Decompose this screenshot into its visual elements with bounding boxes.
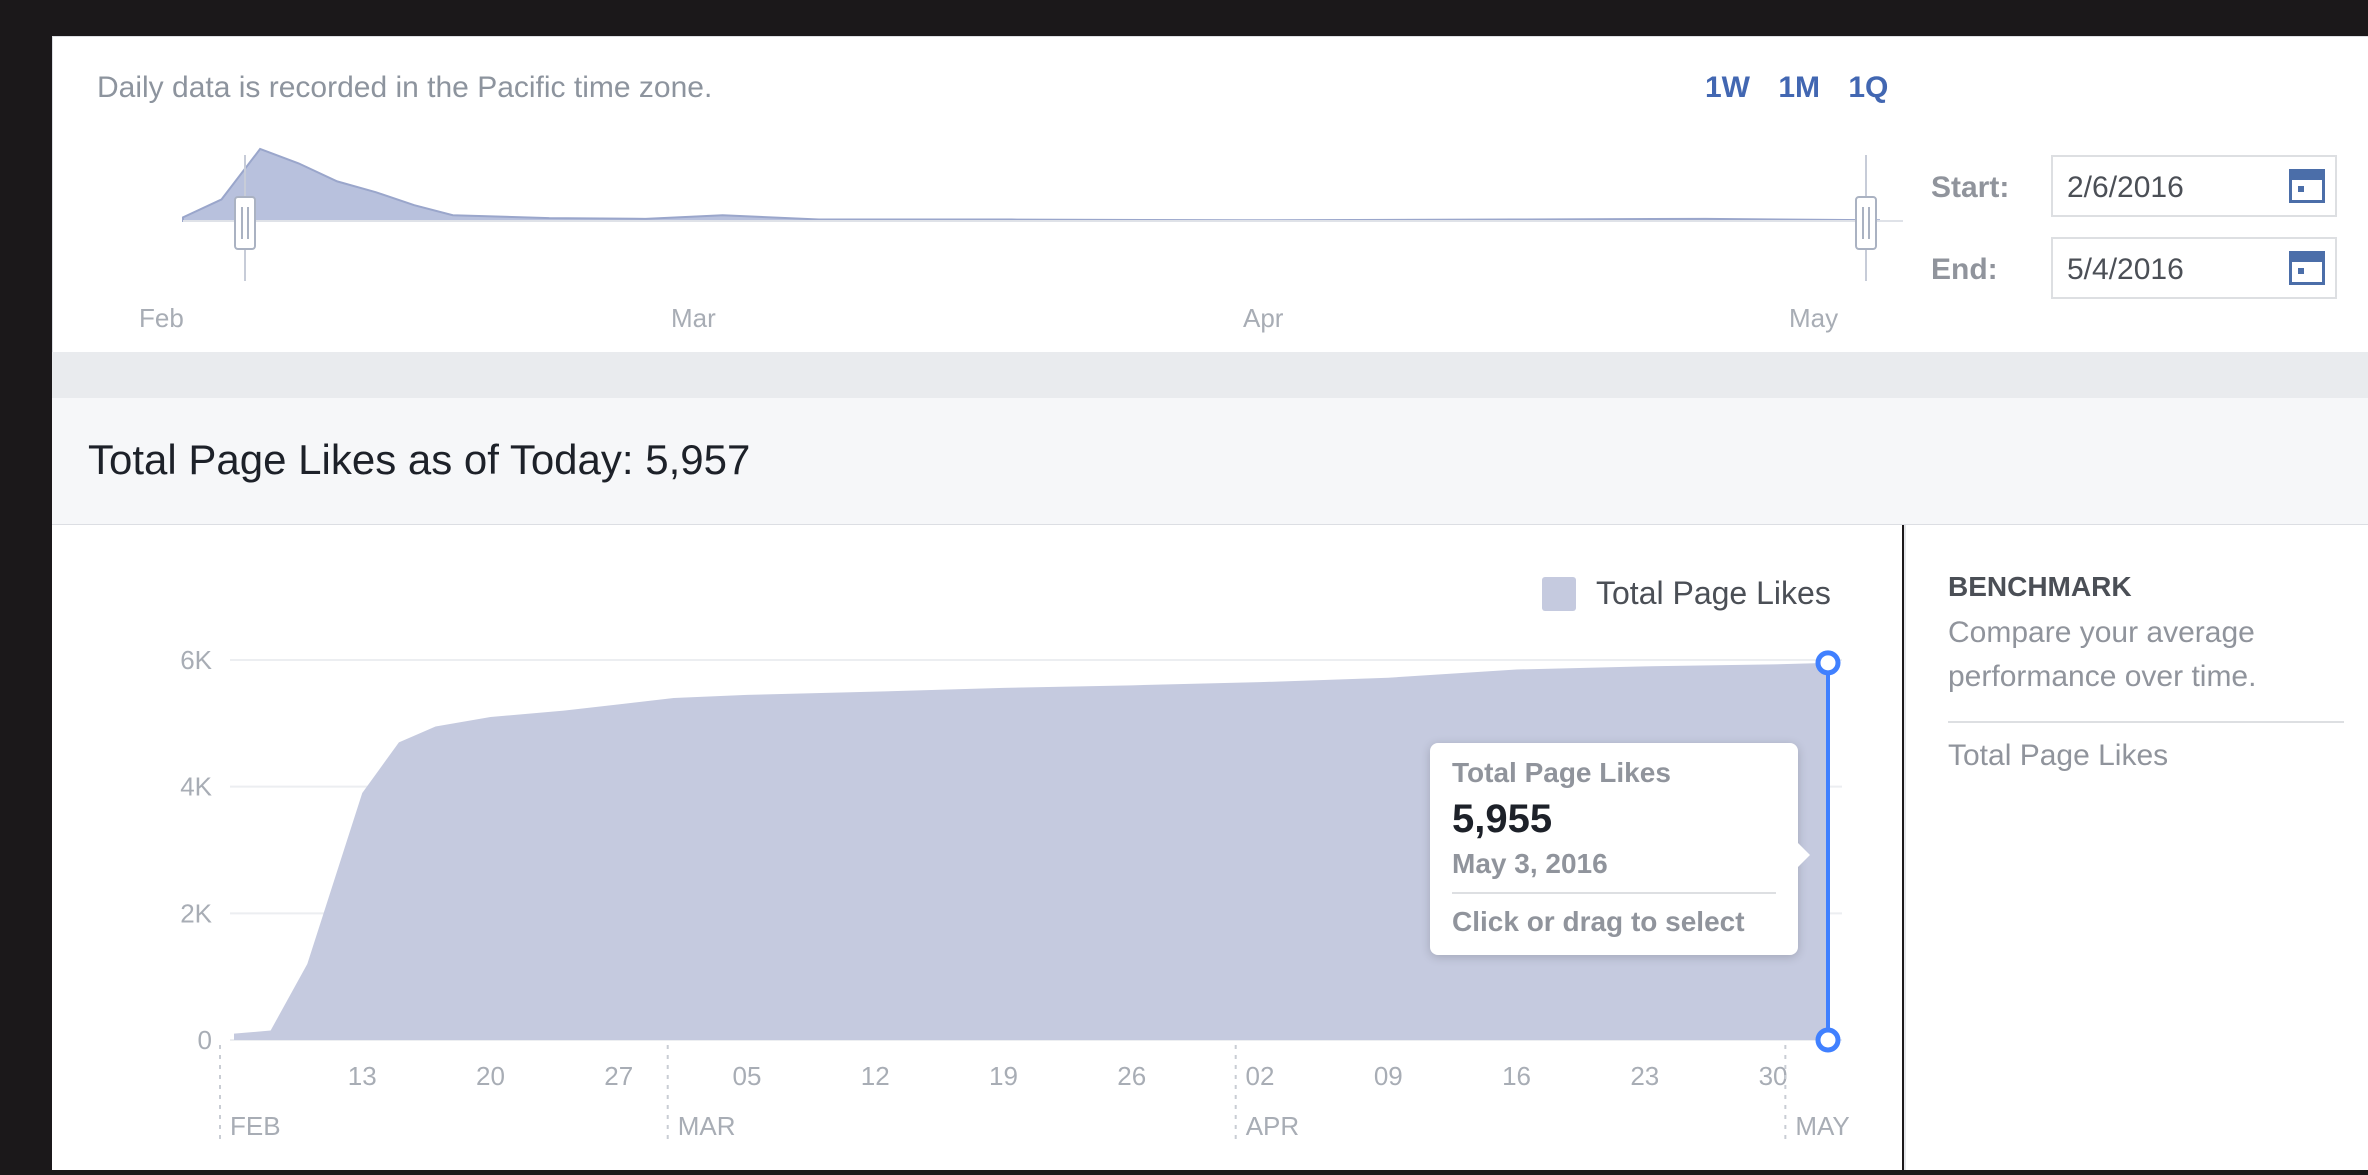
date-range-panel: Daily data is recorded in the Pacific ti… [52, 36, 2368, 354]
y-tick-label: 4K [180, 772, 212, 802]
y-tick-label: 0 [198, 1025, 212, 1055]
x-tick-label: 30 [1759, 1061, 1788, 1091]
x-tick-label: 02 [1246, 1061, 1275, 1091]
x-tick-label: 27 [604, 1061, 633, 1091]
x-month-label: MAY [1795, 1111, 1849, 1141]
tooltip-date: May 3, 2016 [1452, 848, 1776, 894]
end-date-input[interactable]: 5/4/2016 [2051, 237, 2337, 299]
benchmark-metric[interactable]: Total Page Likes [1948, 739, 2168, 773]
x-tick-label: 05 [733, 1061, 762, 1091]
x-tick-label: 19 [989, 1061, 1018, 1091]
x-tick-label: 09 [1374, 1061, 1403, 1091]
start-date-value: 2/6/2016 [2067, 171, 2184, 204]
selected-point-marker[interactable] [1815, 650, 1841, 676]
x-tick-label: 13 [348, 1061, 377, 1091]
overview-month-label-may: May [1789, 303, 1838, 333]
x-month-label: APR [1246, 1111, 1299, 1141]
overview-chart[interactable]: Feb Mar Apr May [53, 37, 1903, 353]
start-date-input[interactable]: 2/6/2016 [2051, 155, 2337, 217]
x-tick-label: 12 [861, 1061, 890, 1091]
x-month-label: MAR [678, 1111, 736, 1141]
benchmark-description: Compare your average performance over ti… [1948, 616, 2257, 693]
overview-month-label-mar: Mar [671, 303, 716, 333]
main-chart-panel: Total Page Likes 13 20 27 05 12 19 26 02 09 16 23 3… [52, 525, 1902, 1170]
y-tick-label: 6K [180, 645, 212, 675]
x-month-label: FEB [230, 1111, 281, 1141]
selection-handle[interactable] [1815, 1027, 1841, 1053]
y-tick-label: 2K [180, 898, 212, 928]
summary-header: Total Page Likes as of Today: 5,957 [52, 398, 2368, 525]
overview-month-label-feb: Feb [139, 303, 184, 333]
divider [1948, 721, 2344, 723]
x-tick-label: 26 [1117, 1061, 1146, 1091]
benchmark-panel: BENCHMARK Compare your average performan… [1904, 525, 2368, 1170]
overview-area [182, 147, 1880, 222]
tooltip-title: Total Page Likes [1452, 757, 1671, 788]
page-title: Total Page Likes as of Today: 5,957 [88, 436, 751, 483]
tooltip-value: 5,955 [1452, 797, 1553, 841]
section-divider [52, 352, 2368, 398]
end-date-value: 5/4/2016 [2067, 253, 2184, 286]
data-tooltip: Total Page Likes 5,955 May 3, 2016 Click… [1430, 743, 1810, 955]
calendar-icon[interactable] [2289, 251, 2325, 285]
x-tick-label: 16 [1502, 1061, 1531, 1091]
calendar-icon[interactable] [2289, 169, 2325, 203]
end-label: End: [1931, 253, 1998, 286]
start-label: Start: [1931, 171, 2010, 204]
right-handle[interactable] [1855, 155, 1877, 281]
benchmark-title: BENCHMARK [1948, 571, 2132, 602]
x-tick-label: 23 [1630, 1061, 1659, 1091]
x-tick-label: 20 [476, 1061, 505, 1091]
tooltip-hint: Click or drag to select [1452, 906, 1745, 937]
overview-month-label-apr: Apr [1243, 303, 1284, 333]
